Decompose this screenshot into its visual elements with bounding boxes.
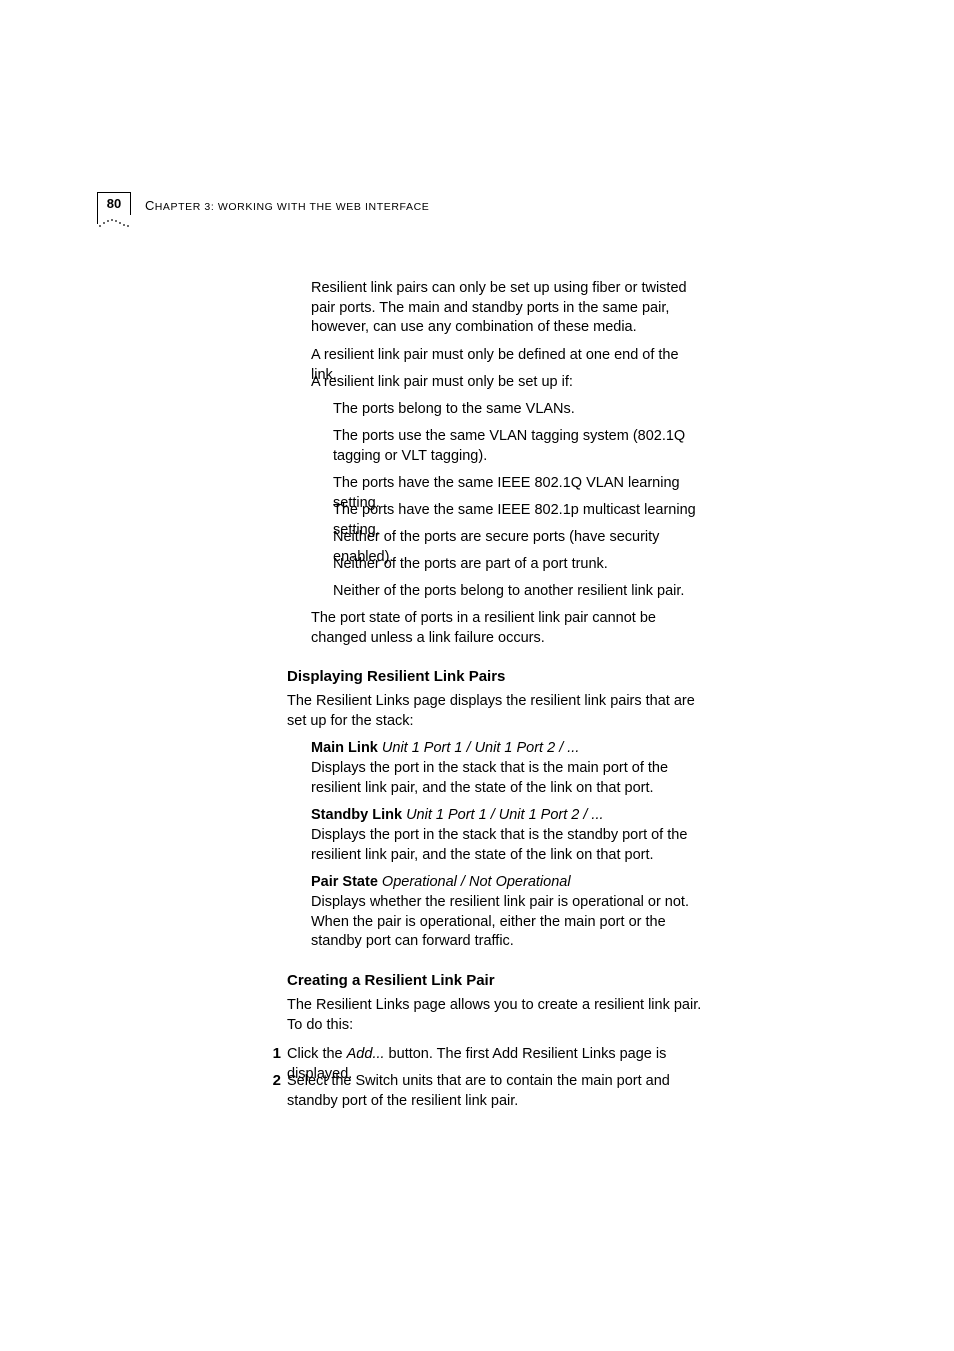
step-text-a: Click the: [287, 1046, 347, 1062]
step-number: 2: [261, 1072, 281, 1089]
term-options: Operational / Not Operational: [378, 874, 571, 890]
term-label: Main Link: [311, 740, 378, 756]
list-item: The ports belong to the same VLANs.: [333, 400, 702, 420]
definition-term: Standby Link Unit 1 Port 1 / Unit 1 Port…: [311, 806, 702, 826]
page: { "header": { "page_number": "80", "chap…: [0, 0, 954, 1351]
paragraph: A resilient link pair must only be set u…: [311, 373, 702, 393]
chapter-initial: C: [145, 198, 155, 213]
definition-term: Main Link Unit 1 Port 1 / Unit 1 Port 2 …: [311, 739, 702, 759]
term-options: Unit 1 Port 1 / Unit 1 Port 2 / ...: [402, 807, 603, 823]
running-header: CHAPTER 3: WORKING WITH THE WEB INTERFAC…: [145, 198, 429, 213]
step-text: Select the Switch units that are to cont…: [287, 1072, 702, 1111]
definition-desc: Displays the port in the stack that is t…: [311, 826, 702, 865]
definition-desc: Displays whether the resilient link pair…: [311, 893, 702, 952]
chapter-text: HAPTER 3: WORKING WITH THE WEB INTERFACE: [155, 201, 430, 213]
paragraph: The Resilient Links page allows you to c…: [287, 996, 702, 1035]
ui-button-name: Add...: [347, 1046, 385, 1062]
definition-term: Pair State Operational / Not Operational: [311, 873, 702, 893]
decorative-dots-icon: [97, 216, 131, 230]
paragraph: The Resilient Links page displays the re…: [287, 692, 702, 731]
step-number: 1: [261, 1045, 281, 1062]
list-item: Neither of the ports are part of a port …: [333, 555, 702, 575]
term-label: Pair State: [311, 874, 378, 890]
term-label: Standby Link: [311, 807, 402, 823]
page-number: 80: [97, 192, 131, 215]
list-item: Neither of the ports belong to another r…: [333, 582, 702, 602]
term-options: Unit 1 Port 1 / Unit 1 Port 2 / ...: [378, 740, 579, 756]
paragraph: The port state of ports in a resilient l…: [311, 609, 702, 648]
section-heading: Displaying Resilient Link Pairs: [287, 667, 702, 687]
definition-desc: Displays the port in the stack that is t…: [311, 759, 702, 798]
paragraph: Resilient link pairs can only be set up …: [311, 279, 702, 338]
section-heading: Creating a Resilient Link Pair: [287, 971, 702, 991]
list-item: The ports use the same VLAN tagging syst…: [333, 427, 702, 466]
